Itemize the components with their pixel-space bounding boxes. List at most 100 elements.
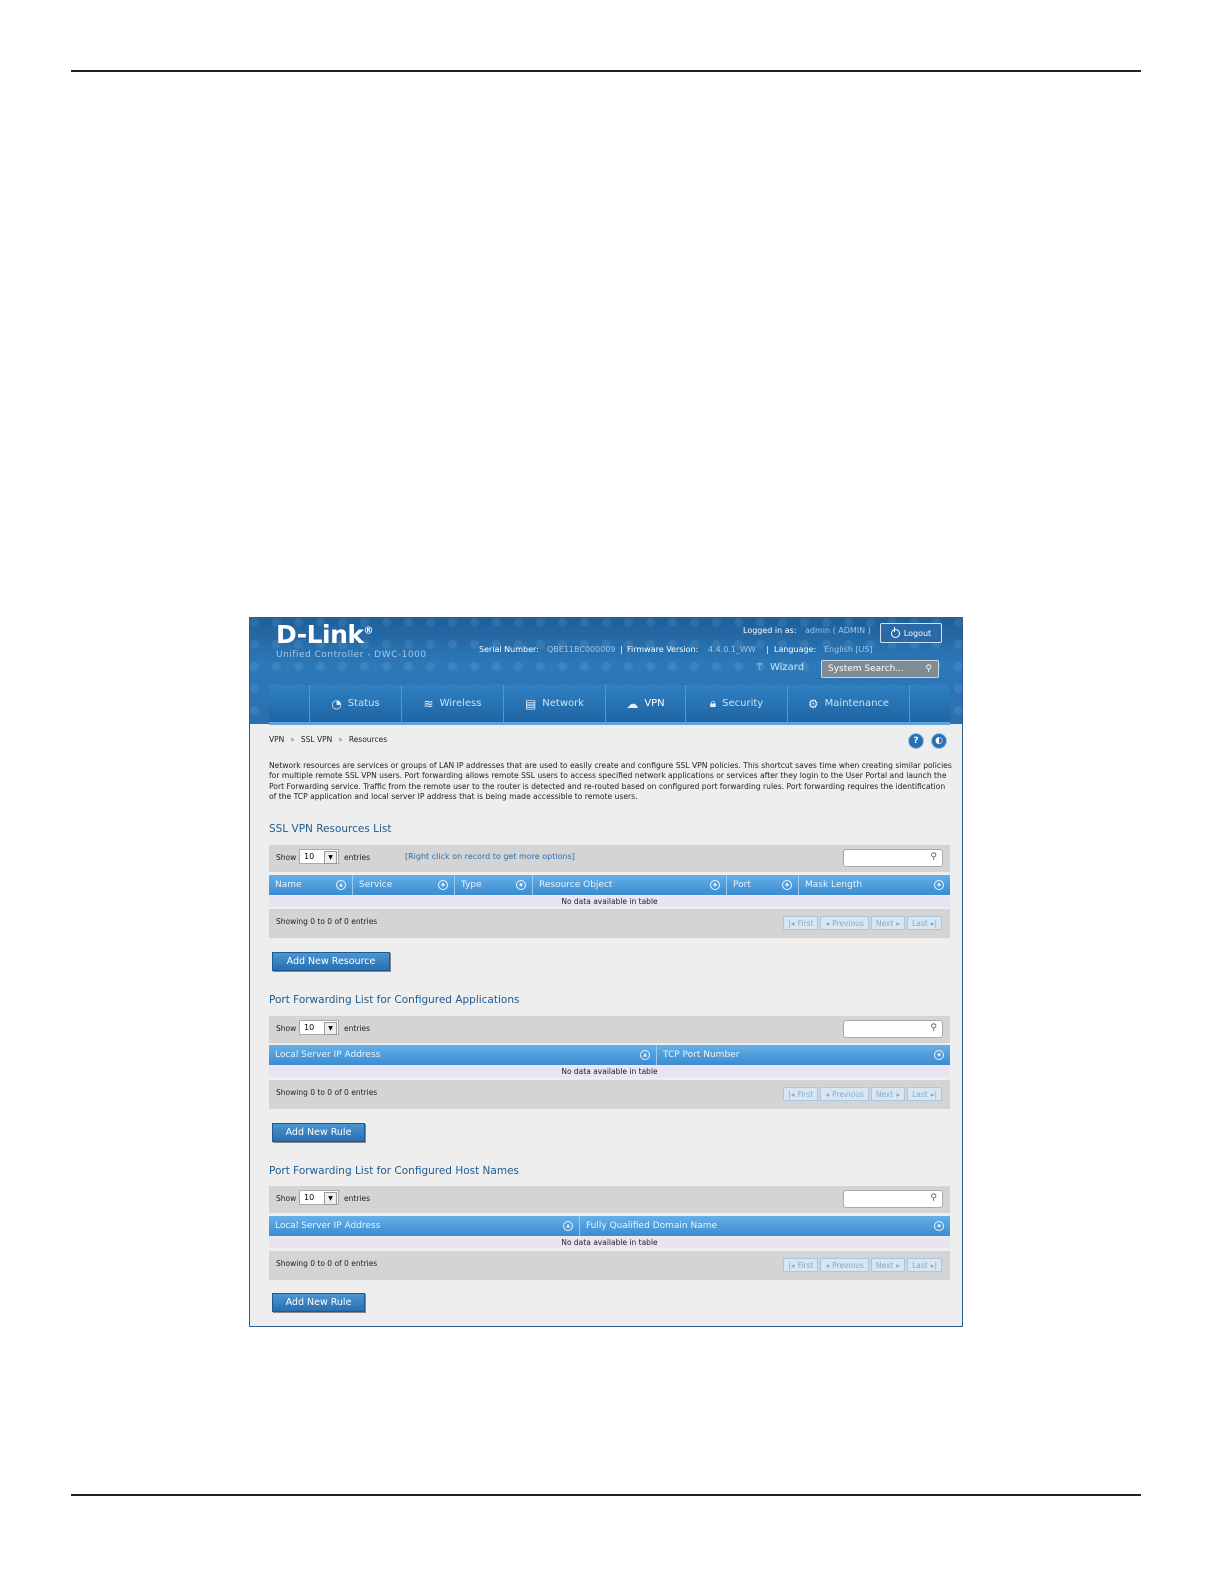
sort-asc-icon: ▲	[563, 1221, 573, 1231]
pager-previous[interactable]: ◂ Previous	[820, 1087, 869, 1101]
prev-icon: ◂	[825, 918, 830, 928]
apps-page-size-select[interactable]: 10 ▼	[299, 1020, 339, 1035]
apps-table-header: Local Server IP Address ▲ TCP Port Number…	[269, 1045, 950, 1065]
pager-previous[interactable]: ◂ Previous	[820, 916, 869, 930]
col-name[interactable]: Name ▲	[269, 875, 353, 895]
resources-table-header: Name ▲ Service ◆ Type ◆ Resource Object ◆ Po…	[269, 875, 950, 895]
nav-vpn[interactable]: ☁ VPN	[606, 685, 686, 722]
next-icon: ▸	[896, 1089, 901, 1099]
dlink-logo: D-Link®	[276, 620, 374, 649]
sort-icon: ◆	[710, 880, 720, 890]
pager-first[interactable]: |◂ First	[783, 1087, 819, 1101]
page-description: Network resources are services or groups…	[269, 761, 952, 802]
main-nav: ◔ Status ≋ Wireless ▤ Network ☁ VPN 🔒︎ Securi…	[269, 685, 950, 725]
breadcrumb-ssl-vpn[interactable]: SSL VPN	[301, 735, 332, 744]
pager-last[interactable]: Last ▸|	[907, 1087, 942, 1101]
col-tcp-port[interactable]: TCP Port Number ◆	[657, 1045, 950, 1065]
nav-status[interactable]: ◔ Status	[310, 685, 402, 722]
info-icon[interactable]: ◐	[931, 733, 947, 749]
col-local-server-ip[interactable]: Local Server IP Address ▲	[269, 1216, 580, 1236]
page-bottom-rule	[71, 1494, 1141, 1496]
last-icon: ▸|	[930, 1260, 937, 1270]
resources-table-toolbar: Show 10 ▼ entries [Right click on record…	[269, 845, 950, 872]
sort-icon: ◆	[782, 880, 792, 890]
resources-page-size-select[interactable]: 10 ▼	[299, 849, 339, 864]
pager-last[interactable]: Last ▸|	[907, 916, 942, 930]
sort-icon: ◆	[438, 880, 448, 890]
hosts-search-input[interactable]: ⚲	[843, 1190, 943, 1208]
last-icon: ▸|	[930, 1089, 937, 1099]
hosts-page-size-select[interactable]: 10 ▼	[299, 1190, 339, 1205]
system-search-placeholder: System Search...	[828, 664, 904, 674]
screenshot-frame: D-Link® Unified Controller - DWC-1000 Lo…	[249, 617, 963, 1327]
logout-label: Logout	[903, 628, 932, 638]
hosts-table-header: Local Server IP Address ▲ Fully Qualified…	[269, 1216, 950, 1236]
pager-next[interactable]: Next ▸	[870, 1087, 906, 1101]
apps-showing-info: Showing 0 to 0 of 0 entries	[276, 1088, 378, 1097]
help-icon[interactable]: ?	[908, 733, 924, 749]
col-local-server-ip[interactable]: Local Server IP Address ▲	[269, 1045, 657, 1065]
hosts-section-title: Port Forwarding List for Configured Host…	[269, 1165, 520, 1177]
nav-maintenance[interactable]: ⚙ Maintenance	[788, 685, 910, 722]
pager-first[interactable]: |◂ First	[783, 1258, 819, 1272]
resources-search-input[interactable]: ⚲	[843, 849, 943, 867]
chevron-down-icon: ▼	[324, 851, 337, 864]
header-separator: |	[620, 645, 623, 654]
nav-wireless[interactable]: ≋ Wireless	[402, 685, 504, 722]
resources-section-title: SSL VPN Resources List	[269, 823, 392, 835]
language-label: Language:	[774, 645, 817, 654]
apps-search-input[interactable]: ⚲	[843, 1020, 943, 1038]
hosts-pager: |◂ First ◂ Previous Next ▸ Last ▸|	[783, 1258, 942, 1272]
header-separator: |	[766, 645, 769, 654]
add-new-rule-apps-button[interactable]: Add New Rule	[272, 1123, 365, 1142]
breadcrumb-resources: Resources	[348, 735, 388, 744]
wifi-icon: ≋	[423, 696, 434, 711]
pager-last[interactable]: Last ▸|	[907, 1258, 942, 1272]
resources-no-data: No data available in table	[269, 896, 950, 907]
next-icon: ▸	[896, 918, 901, 928]
serial-label: Serial Number:	[479, 645, 539, 654]
logged-in-user: admin ( ADMIN )	[805, 626, 871, 635]
col-mask-length[interactable]: Mask Length ◆	[799, 875, 950, 895]
search-icon: ⚲	[930, 852, 937, 862]
breadcrumb-vpn[interactable]: VPN	[269, 735, 284, 744]
hosts-table-toolbar: Show 10 ▼ entries ⚲	[269, 1186, 950, 1213]
col-resource-object[interactable]: Resource Object ◆	[533, 875, 727, 895]
cloud-lock-icon: ☁	[626, 696, 639, 711]
hosts-no-data: No data available in table	[269, 1237, 950, 1248]
chevron-down-icon: ▼	[324, 1022, 337, 1035]
apps-table-footer: Showing 0 to 0 of 0 entries |◂ First ◂ Pre…	[269, 1080, 950, 1109]
nav-security[interactable]: 🔒︎ Security	[686, 685, 788, 722]
sort-icon: ◆	[516, 880, 526, 890]
pager-first[interactable]: |◂ First	[783, 916, 819, 930]
col-port[interactable]: Port ◆	[727, 875, 799, 895]
product-subtitle: Unified Controller - DWC-1000	[276, 650, 427, 660]
language-value[interactable]: English [US]	[824, 645, 873, 654]
first-icon: |◂	[788, 918, 795, 928]
pager-next[interactable]: Next ▸	[870, 1258, 906, 1272]
pager-next[interactable]: Next ▸	[870, 916, 906, 930]
server-icon: ▤	[524, 696, 537, 711]
wizard-link[interactable]: ⚚ Wizard	[755, 662, 804, 673]
sort-icon: ◆	[934, 880, 944, 890]
hosts-showing-info: Showing 0 to 0 of 0 entries	[276, 1259, 378, 1268]
prev-icon: ◂	[825, 1260, 830, 1270]
nav-spacer	[269, 685, 310, 722]
gears-icon: ⚙	[807, 696, 819, 711]
col-type[interactable]: Type ◆	[455, 875, 533, 895]
apps-no-data: No data available in table	[269, 1066, 950, 1077]
nav-network[interactable]: ▤ Network	[504, 685, 606, 722]
col-service[interactable]: Service ◆	[353, 875, 455, 895]
add-new-rule-hosts-button[interactable]: Add New Rule	[272, 1293, 365, 1312]
col-fqdn[interactable]: Fully Qualified Domain Name ◆	[580, 1216, 950, 1236]
add-new-resource-button[interactable]: Add New Resource	[272, 952, 390, 971]
magic-wand-icon: ⚚	[755, 662, 764, 673]
breadcrumb: VPN » SSL VPN » Resources	[269, 735, 388, 744]
logout-button[interactable]: Logout	[880, 623, 942, 643]
pager-previous[interactable]: ◂ Previous	[820, 1258, 869, 1272]
apps-section-title: Port Forwarding List for Configured Appl…	[269, 994, 520, 1006]
system-search-input[interactable]: System Search... ⚲	[821, 660, 939, 678]
resources-pager: |◂ First ◂ Previous Next ▸ Last ▸|	[783, 916, 942, 930]
sort-asc-icon: ▲	[640, 1050, 650, 1060]
